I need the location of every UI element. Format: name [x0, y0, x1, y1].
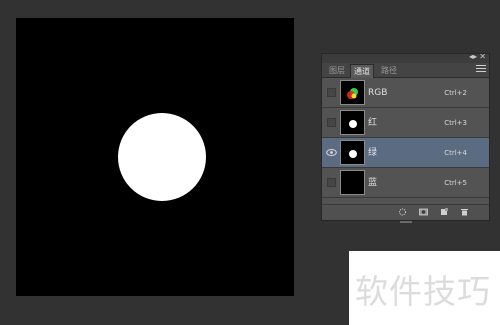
save-selection-icon[interactable] — [419, 208, 428, 216]
channel-row-green[interactable]: 绿 Ctrl+4 — [322, 138, 489, 168]
watermark-text: 软件技巧 — [355, 272, 491, 311]
channel-name: RGB — [368, 88, 388, 98]
channel-name: 蓝 — [368, 178, 378, 188]
close-icon[interactable]: ✕ — [479, 52, 486, 61]
rgb-thumbnail-icon — [347, 88, 358, 99]
delete-icon[interactable] — [460, 208, 469, 216]
visibility-toggle[interactable] — [327, 88, 336, 97]
new-channel-icon[interactable] — [440, 208, 449, 216]
tab-paths[interactable]: 路径 — [378, 64, 400, 77]
channel-thumbnail-green — [340, 140, 365, 165]
panel-title-bar[interactable]: ◂▸ ✕ — [322, 52, 489, 63]
channel-shortcut: Ctrl+4 — [444, 149, 467, 157]
eye-icon[interactable] — [326, 148, 337, 157]
panel-footer — [322, 204, 489, 223]
channel-row-red[interactable]: 红 Ctrl+3 — [322, 108, 489, 138]
panel-tab-bar: 图层 通道 路径 — [322, 63, 489, 78]
white-circle-shape — [118, 113, 206, 201]
channel-name: 红 — [368, 118, 378, 128]
circle-thumb-icon — [349, 150, 357, 158]
channels-panel: ◂▸ ✕ 图层 通道 路径 RGB Ctrl+2 红 Ctrl+3 绿 Ctrl… — [321, 52, 490, 223]
channel-name: 绿 — [368, 148, 378, 158]
resize-grip[interactable] — [400, 221, 412, 223]
channel-thumbnail-rgb — [340, 80, 365, 105]
watermark: 软件技巧 — [349, 251, 500, 325]
channel-thumbnail-red — [340, 110, 365, 135]
document-canvas[interactable] — [16, 18, 294, 296]
channel-shortcut: Ctrl+3 — [444, 119, 467, 127]
load-selection-icon[interactable] — [398, 208, 407, 216]
channel-thumbnail-blue — [340, 170, 365, 195]
channel-shortcut: Ctrl+5 — [444, 179, 467, 187]
channel-shortcut: Ctrl+2 — [444, 89, 467, 97]
tab-layers[interactable]: 图层 — [326, 64, 348, 77]
panel-menu-icon[interactable] — [476, 65, 486, 74]
channel-row-rgb[interactable]: RGB Ctrl+2 — [322, 78, 489, 108]
visibility-toggle[interactable] — [327, 118, 336, 127]
tab-channels[interactable]: 通道 — [350, 64, 374, 78]
circle-thumb-icon — [349, 120, 357, 128]
visibility-toggle[interactable] — [327, 178, 336, 187]
channel-row-blue[interactable]: 蓝 Ctrl+5 — [322, 168, 489, 198]
collapse-icon[interactable]: ◂▸ — [469, 52, 477, 61]
